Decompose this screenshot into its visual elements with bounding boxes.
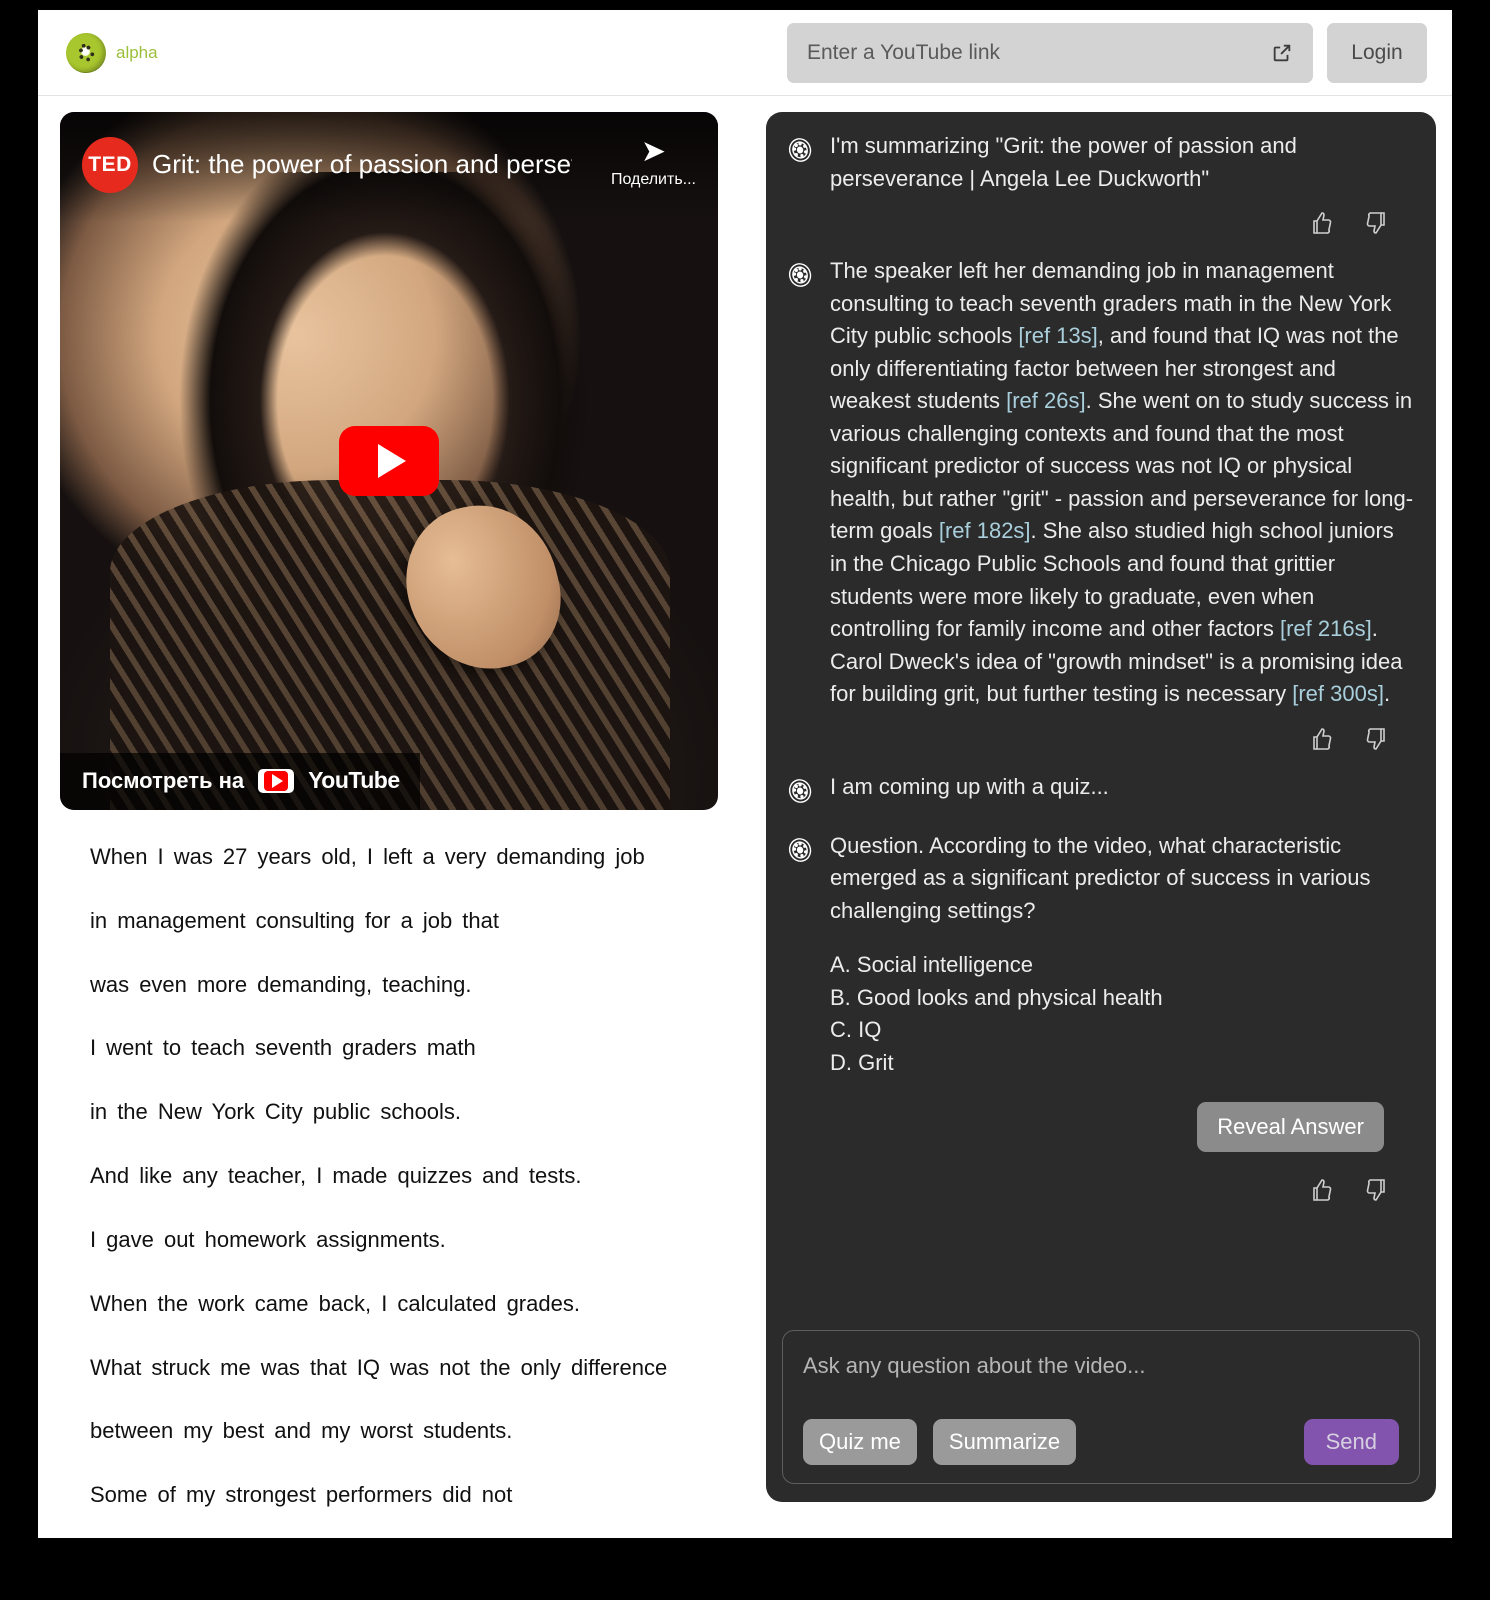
thumbs-down-icon[interactable] <box>1364 727 1388 751</box>
chat-message: I'm summarizing "Grit: the power of pass… <box>786 130 1416 195</box>
transcript-line: When the work came back, I calculated gr… <box>90 1290 580 1316</box>
quiz-option-d[interactable]: D. Grit <box>830 1047 1416 1080</box>
ted-channel-icon[interactable]: TED <box>82 137 138 193</box>
youtube-player[interactable]: TED Grit: the power of passion and perse… <box>60 112 718 810</box>
feedback-row <box>786 1152 1416 1222</box>
transcript-panel: When I was 27 years old, I left a very d… <box>60 810 750 1514</box>
chat-panel: I'm summarizing "Grit: the power of pass… <box>766 112 1436 1502</box>
brand-logo[interactable]: alpha <box>60 27 158 78</box>
watch-on-youtube-button[interactable]: Посмотреть на YouTube <box>60 753 420 810</box>
chat-message: The speaker left her demanding job in ma… <box>786 255 1416 711</box>
play-button[interactable] <box>339 426 439 496</box>
summary-part: . <box>1383 681 1391 707</box>
transcript-line: was even more demanding, teaching. <box>90 971 472 997</box>
header-actions: Enter a YouTube link Login <box>787 22 1427 83</box>
youtube-link-input[interactable]: Enter a YouTube link <box>787 22 1313 83</box>
youtube-wordmark: YouTube <box>308 767 400 793</box>
youtube-link-placeholder: Enter a YouTube link <box>807 40 1001 64</box>
coming-up-message: I am coming up with a quiz... <box>830 773 1109 799</box>
transcript-line: I went to teach seventh graders math <box>90 1035 476 1061</box>
transcript-line: Some of my strongest performers did not <box>90 1482 513 1508</box>
chat-composer[interactable]: Ask any question about the video... Quiz… <box>782 1330 1420 1484</box>
login-button[interactable]: Login <box>1327 22 1427 83</box>
chat-message: Question. According to the video, what c… <box>786 830 1416 928</box>
share-label: Поделить... <box>610 171 696 188</box>
thumbs-down-icon[interactable] <box>1364 1178 1388 1202</box>
transcript-line: And like any teacher, I made quizzes and… <box>90 1163 582 1189</box>
ref-link-13s[interactable]: [ref 13s] <box>1018 323 1097 348</box>
kiwi-slice-icon <box>786 776 816 806</box>
app-header: alpha Enter a YouTube link Login <box>38 10 1452 96</box>
quiz-option-c[interactable]: C. IQ <box>830 1014 1416 1047</box>
quiz-option-a[interactable]: A. Social intelligence <box>830 949 1416 982</box>
share-button[interactable]: ➤ Поделить... <box>611 137 696 189</box>
play-icon <box>378 444 406 478</box>
kiwi-icon <box>60 27 112 78</box>
quiz-me-button[interactable]: Quiz me <box>803 1419 917 1465</box>
thumbs-up-icon[interactable] <box>1310 1178 1334 1202</box>
ref-link-182s[interactable]: [ref 182s] <box>939 518 1031 543</box>
app-window: alpha Enter a YouTube link Login TED Gri… <box>38 10 1452 1538</box>
video-column: TED Grit: the power of passion and perse… <box>60 112 750 1538</box>
kiwi-slice-icon <box>786 135 816 165</box>
transcript-line: in the New York City public schools. <box>90 1099 462 1125</box>
composer-actions: Quiz me Summarize Send <box>803 1419 1399 1465</box>
thumbs-up-icon[interactable] <box>1310 727 1334 751</box>
thumbs-up-icon[interactable] <box>1310 211 1334 235</box>
watch-on-label: Посмотреть на <box>82 767 245 793</box>
thumbs-down-icon[interactable] <box>1364 211 1388 235</box>
chat-column: I'm summarizing "Grit: the power of pass… <box>766 112 1436 1538</box>
brand-name: alpha <box>116 42 158 62</box>
kiwi-slice-icon <box>786 260 816 290</box>
quiz-question: Question. According to the video, what c… <box>830 832 1371 923</box>
transcript-line: in management consulting for a job that <box>90 907 499 933</box>
summary-message: The speaker left her demanding job in ma… <box>830 255 1416 711</box>
send-button[interactable]: Send <box>1303 1419 1399 1465</box>
summarizing-message: I'm summarizing "Grit: the power of pass… <box>830 133 1297 191</box>
transcript-line: When I was 27 years old, I left a very d… <box>90 844 645 869</box>
player-title-bar: TED Grit: the power of passion and perse… <box>60 112 718 222</box>
ref-link-300s[interactable]: [ref 300s] <box>1292 681 1384 706</box>
feedback-row <box>786 205 1416 255</box>
quiz-options: A. Social intelligence B. Good looks and… <box>830 949 1416 1079</box>
composer-wrap: Ask any question about the video... Quiz… <box>782 1318 1420 1502</box>
quiz-option-b[interactable]: B. Good looks and physical health <box>830 982 1416 1015</box>
ref-link-26s[interactable]: [ref 26s] <box>1006 388 1085 413</box>
chat-input[interactable]: Ask any question about the video... <box>803 1353 1399 1379</box>
youtube-play-icon <box>264 770 289 791</box>
transcript-line: What struck me was that IQ was not the o… <box>90 1354 668 1380</box>
share-arrow-icon: ➤ <box>640 135 667 168</box>
main-content: TED Grit: the power of passion and perse… <box>38 96 1452 1538</box>
chat-message: I am coming up with a quiz... <box>786 771 1416 806</box>
kiwi-slice-icon <box>786 835 816 865</box>
summarize-button[interactable]: Summarize <box>932 1419 1077 1465</box>
ref-link-216s[interactable]: [ref 216s] <box>1280 616 1372 641</box>
reveal-answer-row: Reveal Answer <box>786 1080 1416 1152</box>
video-title: Grit: the power of passion and persever.… <box>152 149 572 179</box>
transcript-line: I gave out homework assignments. <box>90 1226 446 1252</box>
youtube-logo <box>258 768 295 793</box>
transcript-line: between my best and my worst students. <box>90 1418 513 1444</box>
external-link-icon[interactable] <box>1271 42 1293 64</box>
feedback-row <box>786 721 1416 771</box>
reveal-answer-button[interactable]: Reveal Answer <box>1197 1101 1384 1152</box>
chat-messages: I'm summarizing "Grit: the power of pass… <box>782 130 1420 1318</box>
